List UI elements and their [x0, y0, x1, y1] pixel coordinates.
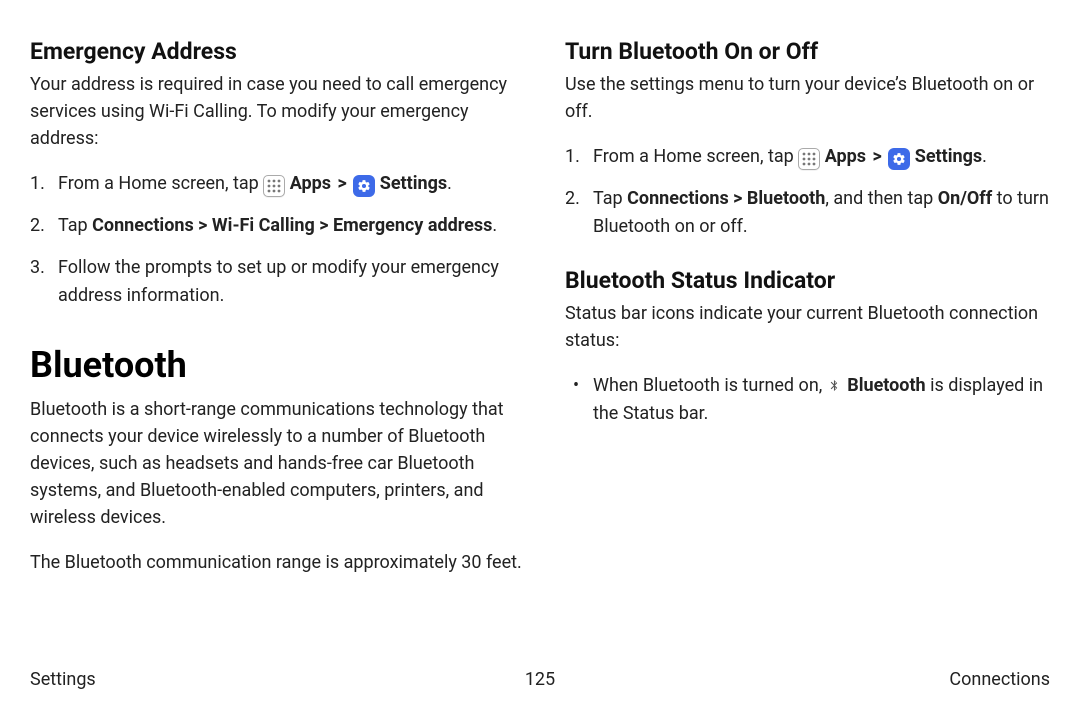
steps-emergency: From a Home screen, tap Apps > Settings.…: [30, 170, 525, 310]
path-bold2: On/Off: [938, 188, 992, 209]
path-bold: Connections > Wi-Fi Calling > Emergency …: [92, 215, 492, 236]
footer-page-number: 125: [525, 669, 555, 690]
settings-label: Settings: [915, 146, 982, 167]
breadcrumb-chevron: >: [871, 143, 884, 171]
period: .: [492, 215, 497, 236]
list-item: Follow the prompts to set up or modify y…: [30, 254, 525, 310]
path-bold1: Connections > Bluetooth: [627, 188, 825, 209]
paragraph-emergency-intro: Your address is required in case you nee…: [30, 71, 525, 152]
heading-bluetooth: Bluetooth: [30, 344, 525, 386]
step-text: From a Home screen, tap: [593, 146, 798, 167]
right-column: Turn Bluetooth On or Off Use the setting…: [565, 38, 1060, 660]
bluetooth-icon: [827, 376, 843, 394]
page-footer: Settings 125 Connections: [30, 669, 1050, 690]
mid-text: , and then tap: [825, 188, 937, 209]
list-item: When Bluetooth is turned on, Bluetooth i…: [565, 372, 1060, 428]
period: .: [447, 173, 452, 194]
paragraph-bt-status: Status bar icons indicate your current B…: [565, 300, 1060, 354]
settings-icon: [888, 148, 910, 170]
bluetooth-label: Bluetooth: [847, 375, 925, 396]
heading-bt-status: Bluetooth Status Indicator: [565, 267, 1060, 294]
paragraph-bluetooth-desc: Bluetooth is a short-range communication…: [30, 396, 525, 531]
list-item: Tap Connections > Wi-Fi Calling > Emerge…: [30, 212, 525, 240]
settings-icon: [353, 175, 375, 197]
footer-right: Connections: [949, 669, 1050, 690]
apps-label: Apps: [825, 146, 866, 167]
apps-icon: [263, 175, 285, 197]
apps-icon: [798, 148, 820, 170]
apps-label: Apps: [290, 173, 331, 194]
paragraph-turn-bt: Use the settings menu to turn your devic…: [565, 71, 1060, 125]
step-text: Tap: [58, 215, 92, 236]
paragraph-bluetooth-range: The Bluetooth communication range is app…: [30, 549, 525, 576]
footer-left: Settings: [30, 669, 96, 690]
period: .: [982, 146, 987, 167]
breadcrumb-chevron: >: [336, 170, 349, 198]
heading-turn-bt: Turn Bluetooth On or Off: [565, 38, 1060, 65]
bullet-list-status: When Bluetooth is turned on, Bluetooth i…: [565, 372, 1060, 428]
step-text: Tap: [593, 188, 627, 209]
steps-turn-bt: From a Home screen, tap Apps > Settings.…: [565, 143, 1060, 241]
bullet-pre: When Bluetooth is turned on,: [593, 375, 827, 396]
list-item: From a Home screen, tap Apps > Settings.: [30, 170, 525, 198]
list-item: Tap Connections > Bluetooth, and then ta…: [565, 185, 1060, 241]
manual-page: Emergency Address Your address is requir…: [0, 0, 1080, 660]
list-item: From a Home screen, tap Apps > Settings.: [565, 143, 1060, 171]
settings-label: Settings: [380, 173, 447, 194]
step-text: From a Home screen, tap: [58, 173, 263, 194]
heading-emergency-address: Emergency Address: [30, 38, 525, 65]
left-column: Emergency Address Your address is requir…: [30, 38, 525, 660]
